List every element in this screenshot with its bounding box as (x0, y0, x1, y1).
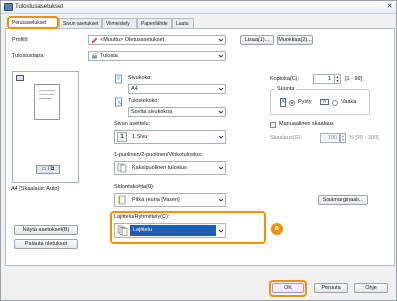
scaling-stepper[interactable]: ▴ ▾ (340, 133, 346, 143)
landscape-radio[interactable] (332, 100, 338, 106)
profile-select[interactable]: <Muuttu> Oletusasetukset (88, 35, 226, 45)
landscape-label: Vaaka (341, 99, 357, 105)
portrait-icon: A (280, 98, 286, 107)
manual-scaling-checkbox[interactable] (270, 122, 276, 128)
manual-scaling-label: Manuaalinen skaalaus (279, 121, 334, 127)
finishing-select[interactable]: Lajittelu (114, 223, 226, 238)
duplex-icon (117, 163, 127, 173)
output-method-select[interactable]: Tulosta (88, 51, 226, 61)
tab-finishing[interactable]: Viimeistely (102, 18, 137, 28)
settings-panel: Profiili: <Muuttu> Oletusasetukset Lisaa… (5, 28, 395, 266)
scaling-input[interactable]: 100 (320, 133, 340, 143)
orientation-group: Suunta A Pysty A Vaaka (270, 86, 370, 115)
collate-icon (117, 225, 128, 236)
orientation-label: Suunta (275, 86, 297, 92)
chevron-down-icon (218, 198, 224, 202)
chevron-down-icon (218, 166, 224, 170)
binding-label: Sidontakohta(0): (114, 184, 155, 190)
chevron-down-icon (218, 110, 224, 114)
gutter-margin-button[interactable]: Sisämarginaali... (318, 195, 368, 205)
copies-value: 1 (327, 76, 331, 82)
help-button[interactable]: Ohje (354, 283, 388, 293)
page-preview: ▭ / ⧉ (12, 71, 79, 183)
layout-toggle-icon: ▭ / ⧉ (41, 166, 55, 172)
print-icon (91, 53, 98, 60)
chevron-down-icon (218, 87, 224, 91)
close-icon[interactable]: ✕ (385, 3, 394, 11)
preview-page-thumbnail (34, 84, 60, 120)
cancel-button[interactable]: Peruuta (314, 283, 348, 293)
title-bar: Tulostusasetukset ✕ (1, 1, 396, 14)
ok-button[interactable]: OK (272, 283, 304, 293)
binding-select[interactable]: Pitkä reuna [Vasen] (114, 193, 226, 207)
landscape-icon: A (320, 99, 329, 105)
binding-icon (117, 195, 127, 205)
output-method-value: Tulosta (100, 53, 118, 59)
page-size-select[interactable]: A4 (128, 84, 226, 94)
tab-paper-source[interactable]: Paperilähde (137, 18, 172, 28)
output-size-icon (114, 97, 124, 107)
copies-input[interactable]: 1 ▴ ▾ (313, 74, 341, 84)
restore-defaults-button[interactable]: Palauta oletukset (14, 239, 78, 249)
preview-mode-icon (16, 75, 24, 81)
view-settings-button[interactable]: Näytä asetukset(B) (14, 225, 78, 235)
duplex-select[interactable]: Kaksipuolinen tulostus (114, 161, 226, 175)
binding-value: Pitkä reuna [Vasen] (132, 197, 180, 203)
preview-toggle-buttons[interactable]: ▭ / ⧉ (36, 165, 60, 174)
chevron-down-icon (218, 229, 224, 233)
chevron-down-icon (218, 135, 224, 139)
finishing-label: Lajittelu/Ryhmittely(C): (114, 214, 170, 220)
page-size-label: Sivukoko: (128, 75, 152, 81)
scaling-label: Skaalaus(G): (270, 135, 303, 141)
preview-caption: A4 [Skaalaus: Auto] (11, 186, 60, 192)
page-size-icon (114, 74, 124, 84)
output-size-value: Sovita sivukokoa (131, 109, 173, 115)
callout-marker: a (271, 223, 283, 235)
scaling-range: % [25 - 200] (349, 135, 379, 141)
page-layout-label: Sivun asettelu: (114, 121, 151, 127)
layout-number-icon: 1 (117, 132, 127, 142)
tab-basic-settings[interactable]: Perusasetukset (7, 16, 59, 29)
chevron-down-icon (218, 38, 224, 42)
chevron-down-icon (218, 54, 224, 58)
printer-icon (4, 3, 13, 11)
profile-value: <Muuttu> Oletusasetukset (100, 37, 165, 43)
duplex-label: 1-puolinen/2-puolinen/Vihkotulostus: (114, 152, 203, 158)
output-size-label: Tulostekoko: (128, 98, 159, 104)
output-size-select[interactable]: Sovita sivukokoa (128, 107, 226, 117)
pencil-icon (91, 37, 98, 44)
output-method-label: Tulostustapa: (12, 53, 45, 59)
page-size-value: A4 (131, 86, 138, 92)
page-layout-select[interactable]: 1 1 Sivu (114, 130, 226, 144)
copies-range: [1 - 99] (345, 76, 363, 82)
print-settings-window: Tulostusasetukset ✕ Perusasetukset Sivun… (0, 0, 397, 301)
copies-stepper[interactable]: ▴ ▾ (334, 75, 340, 83)
finishing-value: Lajittelu (133, 227, 152, 233)
window-title: Tulostusasetukset (15, 4, 64, 10)
portrait-radio[interactable] (289, 100, 295, 106)
tab-page-settings[interactable]: Sivun asetukset (59, 18, 102, 28)
tab-quality[interactable]: Laatu (172, 18, 194, 28)
scaling-value: 100 (327, 135, 337, 141)
duplex-value: Kaksipuolinen tulostus (132, 165, 187, 171)
copies-label: Kopioita(C): (270, 76, 300, 82)
page-layout-value: 1 Sivu (132, 134, 148, 140)
add-profile-button[interactable]: Lisaa(1)... (240, 35, 274, 45)
edit-profile-button[interactable]: Muokkaa(2)... (277, 35, 313, 45)
profile-label: Profiili: (12, 37, 29, 43)
tab-strip: Perusasetukset Sivun asetukset Viimeiste… (5, 15, 395, 29)
portrait-label: Pysty (298, 99, 312, 105)
